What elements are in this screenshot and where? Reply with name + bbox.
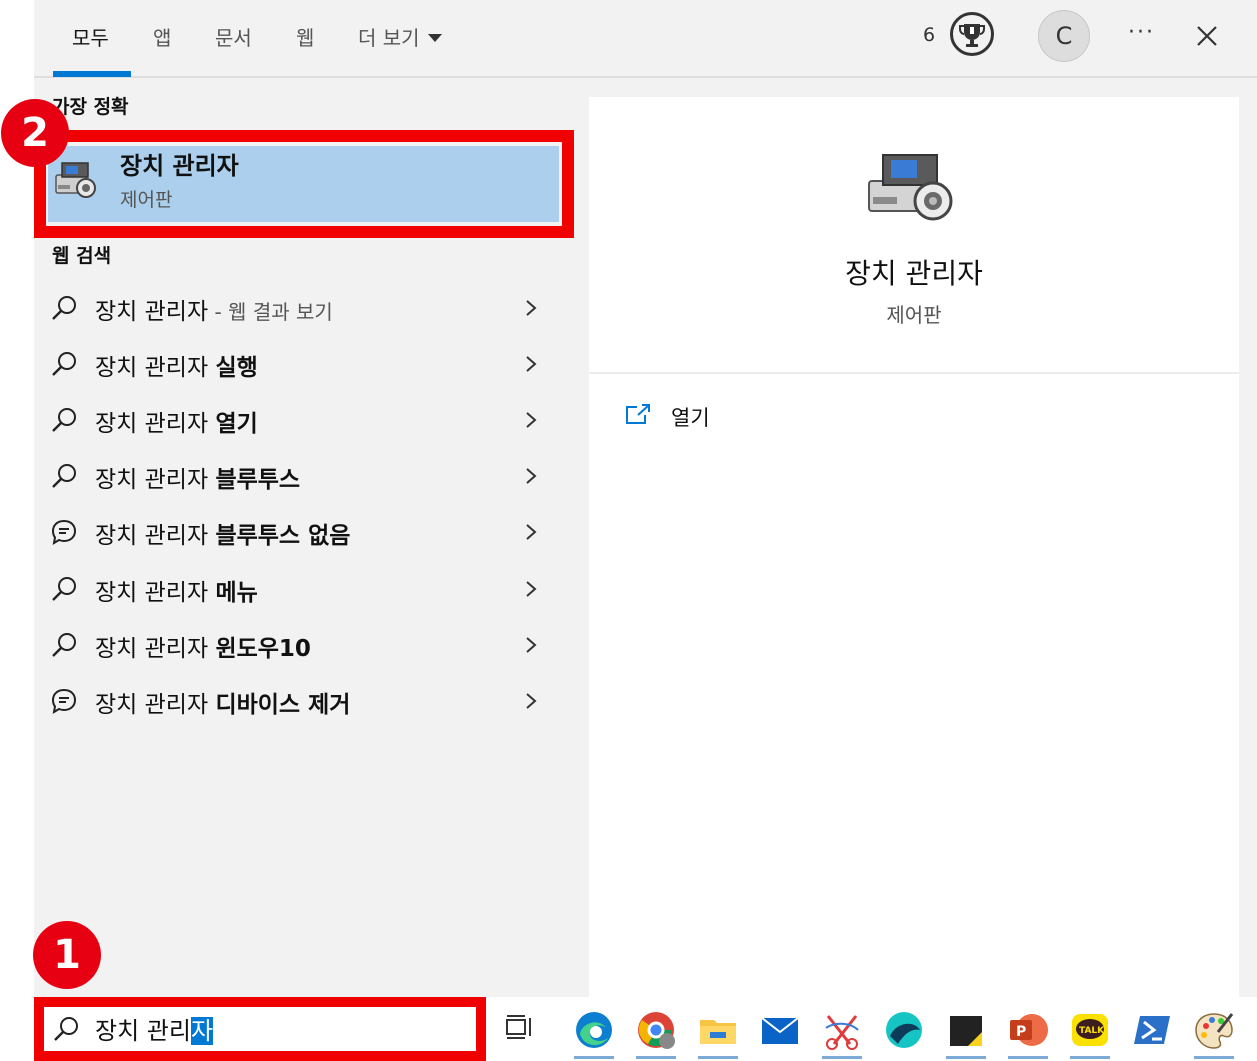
detail-pane: 장치 관리자 제어판 열기	[589, 97, 1239, 997]
snipping-tool-icon[interactable]	[820, 1008, 864, 1052]
chevron-right-icon	[526, 468, 537, 484]
svg-text:TALK: TALK	[1079, 1026, 1105, 1036]
chevron-right-icon	[526, 356, 537, 372]
powershell-icon[interactable]	[1130, 1008, 1174, 1052]
web-result-label: 장치 관리자 열기	[95, 411, 258, 437]
tab-more[interactable]: 더 보기	[358, 22, 442, 51]
search-query-text: 장치 관리	[95, 1017, 191, 1045]
search-icon	[52, 352, 76, 376]
kakaotalk-running-indicator	[1070, 1056, 1110, 1059]
detail-title: 장치 관리자	[845, 257, 983, 290]
chat-icon	[51, 688, 77, 714]
more-options-icon[interactable]: ···	[1128, 20, 1155, 45]
web-result-6[interactable]: 장치 관리자 메뉴	[48, 561, 559, 617]
open-action-label[interactable]: 열기	[671, 402, 710, 432]
sticky-notes-icon[interactable]	[944, 1008, 988, 1052]
search-icon	[52, 464, 76, 488]
open-icon[interactable]	[625, 403, 651, 425]
chevron-right-icon	[526, 300, 537, 316]
web-result-label: 장치 관리자 실행	[95, 355, 258, 381]
tab-all[interactable]: 모두	[72, 22, 109, 51]
tab-apps[interactable]: 앱	[153, 22, 171, 51]
kakaotalk-icon[interactable]: TALK	[1068, 1008, 1112, 1052]
paint-icon[interactable]	[1192, 1008, 1236, 1052]
web-result-1[interactable]: 장치 관리자 - 웹 결과 보기	[48, 280, 559, 336]
whale-browser-icon[interactable]	[882, 1008, 926, 1052]
edge-icon[interactable]	[572, 1008, 616, 1052]
chrome-running-indicator	[636, 1056, 676, 1059]
web-result-4[interactable]: 장치 관리자 블루투스	[48, 448, 559, 504]
web-result-label: 장치 관리자 블루투스 없음	[95, 523, 351, 549]
search-icon	[52, 577, 76, 601]
caret-down-icon	[427, 33, 442, 42]
web-result-label: 장치 관리자 블루투스	[95, 467, 301, 493]
powerpoint-running-indicator	[1008, 1056, 1048, 1059]
sticky-running-indicator	[946, 1056, 986, 1059]
edge-running-indicator	[574, 1056, 614, 1059]
trophy-icon[interactable]	[950, 12, 994, 56]
mail-icon[interactable]	[758, 1008, 802, 1052]
close-icon[interactable]	[1195, 24, 1219, 48]
avatar[interactable]: C	[1038, 10, 1090, 62]
web-result-5[interactable]: 장치 관리자 블루투스 없음	[48, 504, 559, 560]
tab-web[interactable]: 웹	[296, 22, 314, 51]
web-result-3[interactable]: 장치 관리자 열기	[48, 392, 559, 448]
chrome-icon[interactable]	[634, 1008, 678, 1052]
explorer-running-indicator	[698, 1056, 738, 1059]
search-icon	[52, 296, 76, 320]
detail-header: 장치 관리자 제어판	[589, 97, 1239, 374]
web-result-label: 장치 관리자 메뉴	[95, 580, 258, 606]
chevron-right-icon	[526, 412, 537, 428]
search-query-selected: 자	[190, 1017, 214, 1045]
svg-text:P: P	[1016, 1024, 1026, 1040]
snipping-running-indicator	[822, 1056, 862, 1059]
search-icon	[52, 408, 76, 432]
web-result-label: 장치 관리자 윈도우10	[95, 636, 311, 662]
chevron-right-icon	[526, 524, 537, 540]
annotation-box-2	[34, 130, 574, 238]
web-result-2[interactable]: 장치 관리자 실행	[48, 336, 559, 392]
detail-subtitle: 제어판	[886, 303, 942, 327]
search-icon	[52, 633, 76, 657]
tab-documents[interactable]: 문서	[215, 22, 252, 51]
annotation-badge-1: 1	[33, 921, 101, 989]
active-tab-indicator	[53, 71, 131, 77]
search-icon	[54, 1017, 78, 1041]
powerpoint-icon[interactable]: P	[1006, 1008, 1050, 1052]
chevron-right-icon	[526, 693, 537, 709]
web-result-label: 장치 관리자 - 웹 결과 보기	[95, 299, 333, 325]
device-manager-icon	[868, 154, 953, 221]
rewards-count: 6	[923, 24, 936, 46]
chevron-right-icon	[526, 581, 537, 597]
tab-more-label: 더 보기	[358, 26, 420, 50]
file-explorer-icon[interactable]	[696, 1008, 740, 1052]
web-result-label: 장치 관리자 디바이스 제거	[95, 692, 351, 718]
annotation-badge-2: 2	[1, 99, 69, 167]
chat-icon	[51, 519, 77, 545]
search-input[interactable]: 장치 관리자	[95, 1011, 214, 1046]
task-view-icon[interactable]	[505, 1014, 535, 1042]
web-search-label: 웹 검색	[52, 245, 112, 267]
paint-running-indicator	[1194, 1056, 1234, 1059]
chevron-right-icon	[526, 637, 537, 653]
web-result-8[interactable]: 장치 관리자 디바이스 제거	[48, 673, 559, 729]
web-result-7[interactable]: 장치 관리자 윈도우10	[48, 617, 559, 673]
